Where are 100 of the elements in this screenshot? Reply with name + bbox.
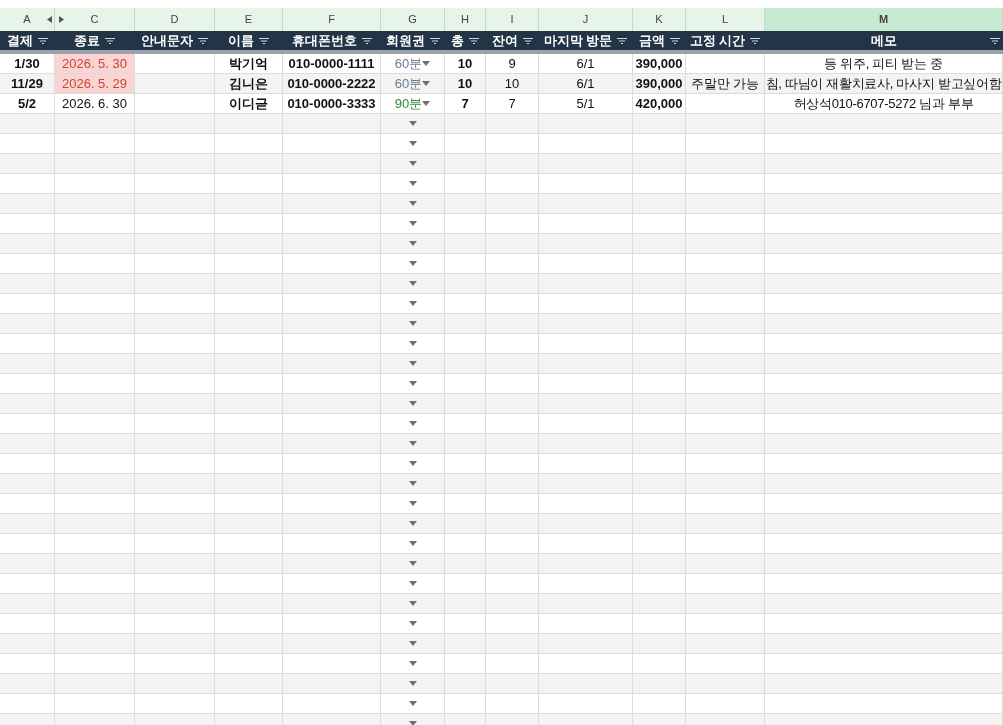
dropdown-caret-icon[interactable] xyxy=(408,201,417,206)
header-label: 잔여 xyxy=(491,31,518,50)
table-cell xyxy=(633,394,686,414)
filter-icon[interactable] xyxy=(749,36,762,45)
column-header[interactable]: L xyxy=(686,8,765,31)
dropdown-caret-icon[interactable] xyxy=(408,661,417,666)
dropdown-caret-icon[interactable] xyxy=(408,341,417,346)
dropdown-caret-icon[interactable] xyxy=(408,241,417,246)
table-cell xyxy=(486,534,539,554)
column-header[interactable]: I xyxy=(486,8,539,31)
column-header[interactable]: A xyxy=(0,8,55,31)
table-cell xyxy=(215,154,283,174)
filter-icon[interactable] xyxy=(989,36,1001,45)
filter-icon[interactable] xyxy=(36,36,49,45)
table-cell xyxy=(215,334,283,354)
table-cell: 김니은 xyxy=(215,74,283,94)
dropdown-caret-icon[interactable] xyxy=(408,641,417,646)
dropdown-caret-icon[interactable] xyxy=(422,101,431,106)
column-header[interactable]: M xyxy=(765,8,1003,31)
column-header[interactable]: J xyxy=(539,8,633,31)
header-label: 회원권 xyxy=(385,31,425,50)
table-cell: 1/30 xyxy=(0,54,55,74)
table-cell xyxy=(0,154,55,174)
dropdown-caret-icon[interactable] xyxy=(408,221,417,226)
filter-icon[interactable] xyxy=(616,36,629,45)
table-cell xyxy=(486,394,539,414)
dropdown-caret-icon[interactable] xyxy=(408,141,417,146)
table-cell xyxy=(215,634,283,654)
column-header[interactable]: C xyxy=(55,8,135,31)
table-cell xyxy=(633,494,686,514)
table-cell xyxy=(633,574,686,594)
table-cell: 10 xyxy=(486,74,539,94)
dropdown-caret-icon[interactable] xyxy=(408,701,417,706)
table-cell xyxy=(215,174,283,194)
dropdown-caret-icon[interactable] xyxy=(408,601,417,606)
dropdown-caret-icon[interactable] xyxy=(408,561,417,566)
table-cell xyxy=(215,434,283,454)
dropdown-caret-icon[interactable] xyxy=(408,481,417,486)
table-cell xyxy=(633,654,686,674)
dropdown-caret-icon[interactable] xyxy=(422,81,431,86)
dropdown-caret-icon[interactable] xyxy=(408,361,417,366)
filter-icon[interactable] xyxy=(668,36,681,45)
table-cell xyxy=(486,254,539,274)
header-label: 종료 xyxy=(74,31,100,50)
dropdown-caret-icon[interactable] xyxy=(408,521,417,526)
column-header[interactable]: K xyxy=(633,8,686,31)
column-header[interactable]: G xyxy=(381,8,445,31)
table-cell xyxy=(633,514,686,534)
dropdown-caret-icon[interactable] xyxy=(408,121,417,126)
filter-icon[interactable] xyxy=(468,36,480,45)
dropdown-caret-icon[interactable] xyxy=(408,721,417,725)
table-cell xyxy=(486,294,539,314)
table-cell xyxy=(0,274,55,294)
dropdown-caret-icon[interactable] xyxy=(408,441,417,446)
column-header[interactable]: H xyxy=(445,8,486,31)
header-label: 고정 시간 xyxy=(689,31,746,50)
table-cell xyxy=(0,454,55,474)
filter-icon[interactable] xyxy=(360,36,373,45)
dropdown-caret-icon[interactable] xyxy=(408,181,417,186)
dropdown-caret-icon[interactable] xyxy=(408,161,417,166)
table-cell xyxy=(215,494,283,514)
column-header[interactable]: D xyxy=(135,8,215,31)
table-cell xyxy=(215,374,283,394)
table-cell: 9 xyxy=(486,54,539,74)
dropdown-caret-icon[interactable] xyxy=(422,61,431,66)
filter-icon[interactable] xyxy=(104,36,116,45)
table-cell xyxy=(0,194,55,214)
dropdown-caret-icon[interactable] xyxy=(408,621,417,626)
dropdown-caret-icon[interactable] xyxy=(408,321,417,326)
table-cell: 침, 따님이 재활치료사, 마사지 받고싶어함 xyxy=(765,74,1003,94)
dropdown-caret-icon[interactable] xyxy=(408,501,417,506)
dropdown-caret-icon[interactable] xyxy=(408,581,417,586)
column-header[interactable]: E xyxy=(215,8,283,31)
dropdown-caret-icon[interactable] xyxy=(408,681,417,686)
filter-icon[interactable] xyxy=(521,36,534,45)
filter-icon[interactable] xyxy=(197,36,209,45)
table-cell xyxy=(486,694,539,714)
filter-icon[interactable] xyxy=(258,36,270,45)
dropdown-caret-icon[interactable] xyxy=(408,421,417,426)
dropdown-caret-icon[interactable] xyxy=(408,461,417,466)
table-cell xyxy=(633,634,686,654)
filter-icon[interactable] xyxy=(428,36,441,45)
table-cell xyxy=(215,474,283,494)
table-cell xyxy=(633,434,686,454)
table-cell xyxy=(0,534,55,554)
table-cell: 주말만 가능 xyxy=(686,74,765,94)
dropdown-caret-icon[interactable] xyxy=(408,301,417,306)
dropdown-caret-icon[interactable] xyxy=(408,261,417,266)
dropdown-caret-icon[interactable] xyxy=(408,401,417,406)
table-cell xyxy=(486,554,539,574)
column-header[interactable]: F xyxy=(283,8,381,31)
dropdown-caret-icon[interactable] xyxy=(408,541,417,546)
table-cell xyxy=(215,534,283,554)
table-cell xyxy=(0,514,55,534)
table-cell: 11/29 xyxy=(0,74,55,94)
table-cell xyxy=(0,654,55,674)
dropdown-caret-icon[interactable] xyxy=(408,381,417,386)
table-cell xyxy=(486,314,539,334)
table-cell xyxy=(215,454,283,474)
dropdown-caret-icon[interactable] xyxy=(408,281,417,286)
